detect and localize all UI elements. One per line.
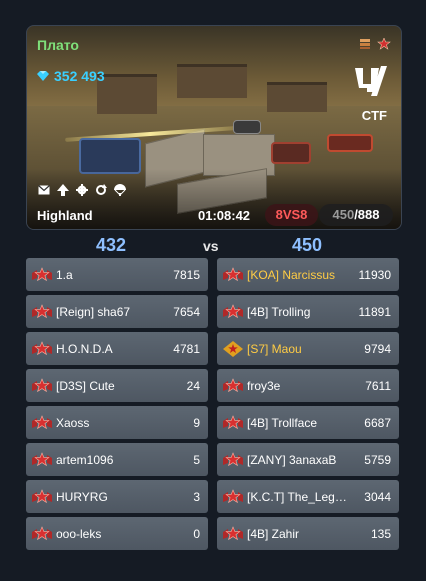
player-name: [K.C.T] The_Legend [247,489,351,504]
player-name: Xaoss [56,415,90,430]
player-row[interactable]: [4B] Trolling 11891 [217,295,399,328]
min-rank-icon [360,39,370,49]
player-name: [4B] Zahir [247,526,300,541]
player-score: 3044 [364,489,391,504]
team-left-list: 1.a 7815 [Reign] sha67 7654 H.O.N.D.A 4781 [D3… [26,258,208,554]
player-score: 4781 [173,341,200,356]
players-max: /888 [354,207,380,222]
legend-rank-icon [223,340,243,357]
max-rank-icon [377,38,391,50]
rank-insignia-icon [32,303,52,318]
battle-preview-card[interactable]: Плато 352 493 CTF Highland 01:08:42 8VS8… [26,25,402,230]
team-right-list: [KOA] Narcissus 11930 [4B] Trolling 11891 [S… [217,258,399,554]
player-row[interactable]: [4B] Zahir 135 [217,517,399,550]
player-row[interactable]: artem1096 5 [26,443,208,476]
player-row[interactable]: [Reign] sha67 7654 [26,295,208,328]
battle-timer: 01:08:42 [198,208,251,223]
vs-label: vs [203,238,219,254]
battle-rank-range [358,38,391,50]
player-score: 6687 [364,415,391,430]
server-name: Плато [37,37,79,53]
player-name: [ZANY] 3anaxaB [247,452,337,467]
upgrade-arrow-icon [56,183,69,196]
player-name: H.O.N.D.A [56,341,113,356]
rank-insignia-icon [32,525,52,540]
player-row[interactable]: [S7] Maou 9794 [217,332,399,365]
map-name: Highland [37,208,93,223]
crystal-amount: 352 493 [54,68,105,84]
player-name: [4B] Trollface [247,415,318,430]
tank-distant [233,120,261,134]
rank-insignia-icon [32,414,52,429]
player-row[interactable]: froy3e 7611 [217,369,399,402]
player-name: [KOA] Narcissus [247,267,336,282]
rank-insignia-icon [223,488,243,503]
battle-format-badge: 8VS8 [265,204,318,226]
tank-red [271,142,311,164]
player-score: 11891 [358,304,391,319]
player-score: 7654 [173,304,200,319]
refresh-icon [94,183,107,196]
player-name: 1.a [56,267,73,282]
parachute-icon [113,183,126,196]
players-current: 450 [332,207,355,222]
rank-insignia-icon [223,266,243,281]
scenery-building [97,74,157,114]
rank-insignia-icon [223,414,243,429]
mail-icon [37,183,50,196]
player-name: [Reign] sha67 [56,304,131,319]
tank-red [327,134,373,152]
rank-insignia-icon [32,340,52,355]
team-left-score: 432 [96,235,127,255]
rank-insignia-icon [223,525,243,540]
player-name: [S7] Maou [247,341,302,356]
player-score: 7611 [365,378,391,393]
player-score: 0 [193,526,200,541]
player-row[interactable]: [KOA] Narcissus 11930 [217,258,399,291]
rank-insignia-icon [32,488,52,503]
player-name: artem1096 [56,452,114,467]
player-row[interactable]: HURYRG 3 [26,480,208,513]
player-count-badge: 450/888 [319,204,393,226]
player-row[interactable]: Xaoss 9 [26,406,208,439]
player-row[interactable]: [D3S] Cute 24 [26,369,208,402]
crystal-fund: 352 493 [37,68,105,84]
rank-insignia-icon [223,303,243,318]
gear-icon [75,183,88,196]
player-score: 5 [193,452,200,467]
player-row[interactable]: 1.a 7815 [26,258,208,291]
player-score: 9794 [364,341,391,356]
rank-insignia-icon [32,451,52,466]
player-score: 135 [370,526,391,541]
battle-mode: CTF [361,108,387,123]
player-name: [D3S] Cute [56,378,115,393]
player-row[interactable]: [4B] Trollface 6687 [217,406,399,439]
crystal-icon [37,71,49,81]
player-name: ooo-leks [56,526,102,541]
ctf-mode-logo-icon [355,66,387,96]
rank-insignia-icon [223,377,243,392]
player-row[interactable]: [K.C.T] The_Legend 3044 [217,480,399,513]
player-name: HURYRG [56,489,108,504]
player-row[interactable]: [ZANY] 3anaxaB 5759 [217,443,399,476]
player-score: 9 [193,415,200,430]
player-name: [4B] Trolling [247,304,311,319]
battle-status-icons [37,183,126,196]
player-score: 7815 [173,267,200,282]
scenery-building [267,82,327,112]
player-score: 11930 [358,267,391,282]
player-row[interactable]: ooo-leks 0 [26,517,208,550]
scenery-building [177,64,247,98]
rank-insignia-icon [223,451,243,466]
player-score: 5759 [364,452,391,467]
player-name: froy3e [247,378,281,393]
player-score: 24 [186,378,200,393]
rank-insignia-icon [32,377,52,392]
player-score: 3 [193,489,200,504]
rank-insignia-icon [32,266,52,281]
team-right-score: 450 [292,235,323,255]
player-row[interactable]: H.O.N.D.A 4781 [26,332,208,365]
